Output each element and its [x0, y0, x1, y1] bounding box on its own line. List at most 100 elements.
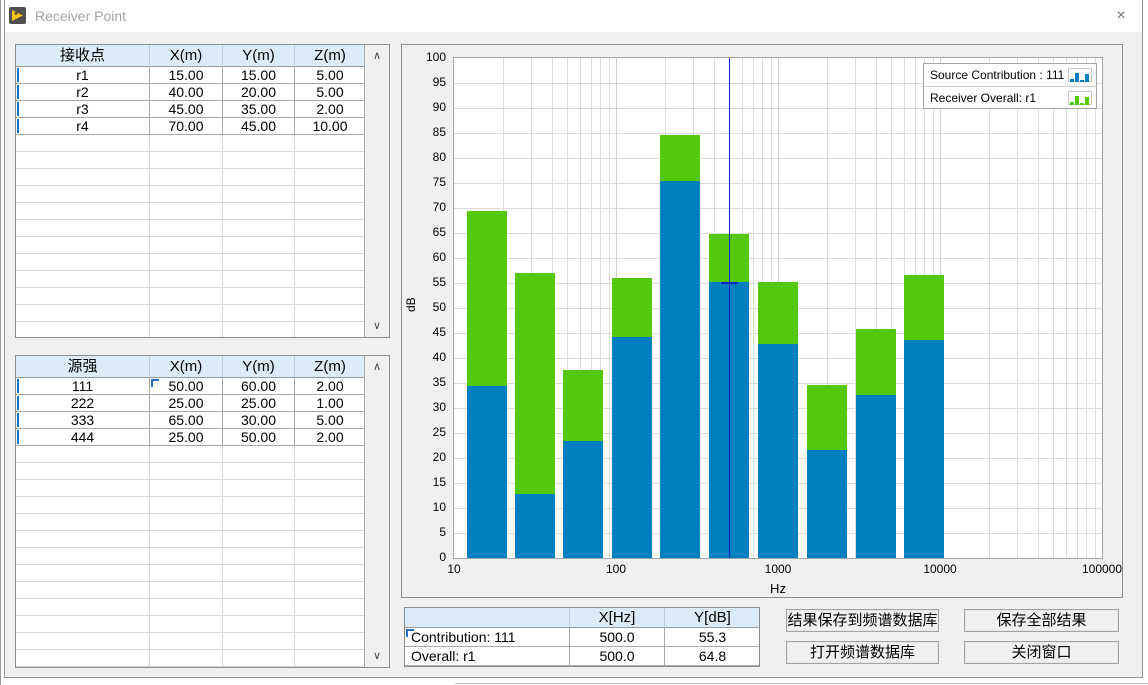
table-cell[interactable]: [223, 480, 295, 497]
table-cell[interactable]: 40.00: [150, 84, 223, 101]
table-cell[interactable]: [16, 169, 150, 186]
table-cell[interactable]: [16, 497, 150, 514]
table-cell[interactable]: 25.00: [150, 429, 223, 446]
legend-entry[interactable]: Source Contribution : 111: [924, 64, 1096, 86]
table-cell[interactable]: 5.00: [295, 412, 366, 429]
save-all-results-button[interactable]: 保存全部结果: [964, 609, 1119, 632]
table-cell[interactable]: [223, 152, 295, 169]
scroll-up-icon[interactable]: ∧: [365, 49, 389, 63]
table-cell[interactable]: 15.00: [223, 67, 295, 84]
table-cell[interactable]: [295, 169, 366, 186]
table-cell[interactable]: 2.00: [295, 101, 366, 118]
table-cell[interactable]: [16, 220, 150, 237]
table-cell[interactable]: [16, 582, 150, 599]
table-cell[interactable]: [295, 514, 366, 531]
table-cell[interactable]: 500.0: [570, 628, 665, 647]
table-cell[interactable]: 50.00: [150, 378, 223, 395]
table-cell[interactable]: [16, 565, 150, 582]
table-cell[interactable]: 25.00: [150, 395, 223, 412]
legend-entry[interactable]: Receiver Overall: r1: [924, 86, 1096, 109]
table-cell[interactable]: 5.00: [295, 67, 366, 84]
table-cell[interactable]: [150, 135, 223, 152]
open-spectrum-db-button[interactable]: 打开频谱数据库: [786, 641, 939, 664]
table-cell[interactable]: 30.00: [223, 412, 295, 429]
table-cell[interactable]: [150, 616, 223, 633]
table-cell[interactable]: [150, 446, 223, 463]
cursor-line[interactable]: [729, 58, 730, 558]
table-cell[interactable]: 20.00: [223, 84, 295, 101]
table-cell[interactable]: [295, 152, 366, 169]
table-cell[interactable]: [150, 152, 223, 169]
table-cell[interactable]: 35.00: [223, 101, 295, 118]
table-cell[interactable]: 64.8: [665, 647, 760, 666]
table-cell[interactable]: [150, 288, 223, 305]
table-cell[interactable]: [16, 305, 150, 322]
table-cell[interactable]: [295, 531, 366, 548]
scroll-down-icon[interactable]: ∨: [365, 649, 389, 663]
table-cell[interactable]: [223, 497, 295, 514]
chart-plot-area[interactable]: [453, 57, 1103, 559]
table-cell[interactable]: [223, 599, 295, 616]
table-cell[interactable]: 444: [16, 429, 150, 446]
table-cell[interactable]: [223, 565, 295, 582]
table-cell[interactable]: [223, 254, 295, 271]
table-cell[interactable]: [223, 169, 295, 186]
table-cell[interactable]: [16, 254, 150, 271]
table-cell[interactable]: [150, 169, 223, 186]
table-cell[interactable]: [150, 254, 223, 271]
table-cell[interactable]: [150, 271, 223, 288]
table-cell[interactable]: [16, 480, 150, 497]
table-cell[interactable]: [150, 582, 223, 599]
table-cell[interactable]: [295, 186, 366, 203]
table-cell[interactable]: 50.00: [223, 429, 295, 446]
table-cell[interactable]: [223, 548, 295, 565]
table-cell[interactable]: [16, 203, 150, 220]
table-cell[interactable]: [150, 186, 223, 203]
table-cell[interactable]: [150, 305, 223, 322]
table-cell[interactable]: r1: [16, 67, 150, 84]
table-cell[interactable]: 5.00: [295, 84, 366, 101]
table-cell[interactable]: [223, 271, 295, 288]
table-cell[interactable]: [150, 480, 223, 497]
table-cell[interactable]: [16, 599, 150, 616]
table-cell[interactable]: [223, 616, 295, 633]
table-cell[interactable]: [223, 288, 295, 305]
table-cell[interactable]: [295, 548, 366, 565]
table-cell[interactable]: [295, 237, 366, 254]
table-cell[interactable]: [295, 220, 366, 237]
table-cell[interactable]: [295, 288, 366, 305]
table-cell[interactable]: [295, 463, 366, 480]
table-cell[interactable]: [16, 237, 150, 254]
table-cell[interactable]: [16, 531, 150, 548]
table-cell[interactable]: [295, 497, 366, 514]
table-cell[interactable]: 500.0: [570, 647, 665, 666]
cursor-crosshair[interactable]: [721, 282, 738, 284]
table-cell[interactable]: Overall: r1: [405, 647, 570, 666]
table-cell[interactable]: [223, 582, 295, 599]
table-cell[interactable]: [150, 463, 223, 480]
table-cell[interactable]: [223, 186, 295, 203]
table-cell[interactable]: [16, 446, 150, 463]
source-strength-table[interactable]: 源强X(m)Y(m)Z(m)11150.0060.002.0022225.002…: [15, 355, 390, 668]
table-cell[interactable]: 70.00: [150, 118, 223, 135]
table-cell[interactable]: [295, 322, 366, 338]
table-cell[interactable]: [295, 599, 366, 616]
table-cell[interactable]: 45.00: [150, 101, 223, 118]
table-cell[interactable]: [295, 305, 366, 322]
table-cell[interactable]: r2: [16, 84, 150, 101]
table-cell[interactable]: [223, 463, 295, 480]
receiver-point-table[interactable]: 接收点X(m)Y(m)Z(m)r115.0015.005.00r240.0020…: [15, 44, 390, 338]
scroll-up-icon[interactable]: ∧: [365, 360, 389, 374]
table-cell[interactable]: [150, 220, 223, 237]
table-cell[interactable]: 25.00: [223, 395, 295, 412]
table-cell[interactable]: [295, 135, 366, 152]
table-cell[interactable]: [150, 531, 223, 548]
cursor-readout-table[interactable]: X[Hz]Y[dB]Contribution: 111500.055.3Over…: [404, 607, 760, 667]
table-cell[interactable]: [295, 480, 366, 497]
close-icon[interactable]: ×: [1106, 5, 1136, 27]
table-cell[interactable]: 2.00: [295, 429, 366, 446]
table-cell[interactable]: 1.00: [295, 395, 366, 412]
table-cell[interactable]: [295, 446, 366, 463]
table-cell[interactable]: [295, 582, 366, 599]
table-cell[interactable]: [223, 514, 295, 531]
